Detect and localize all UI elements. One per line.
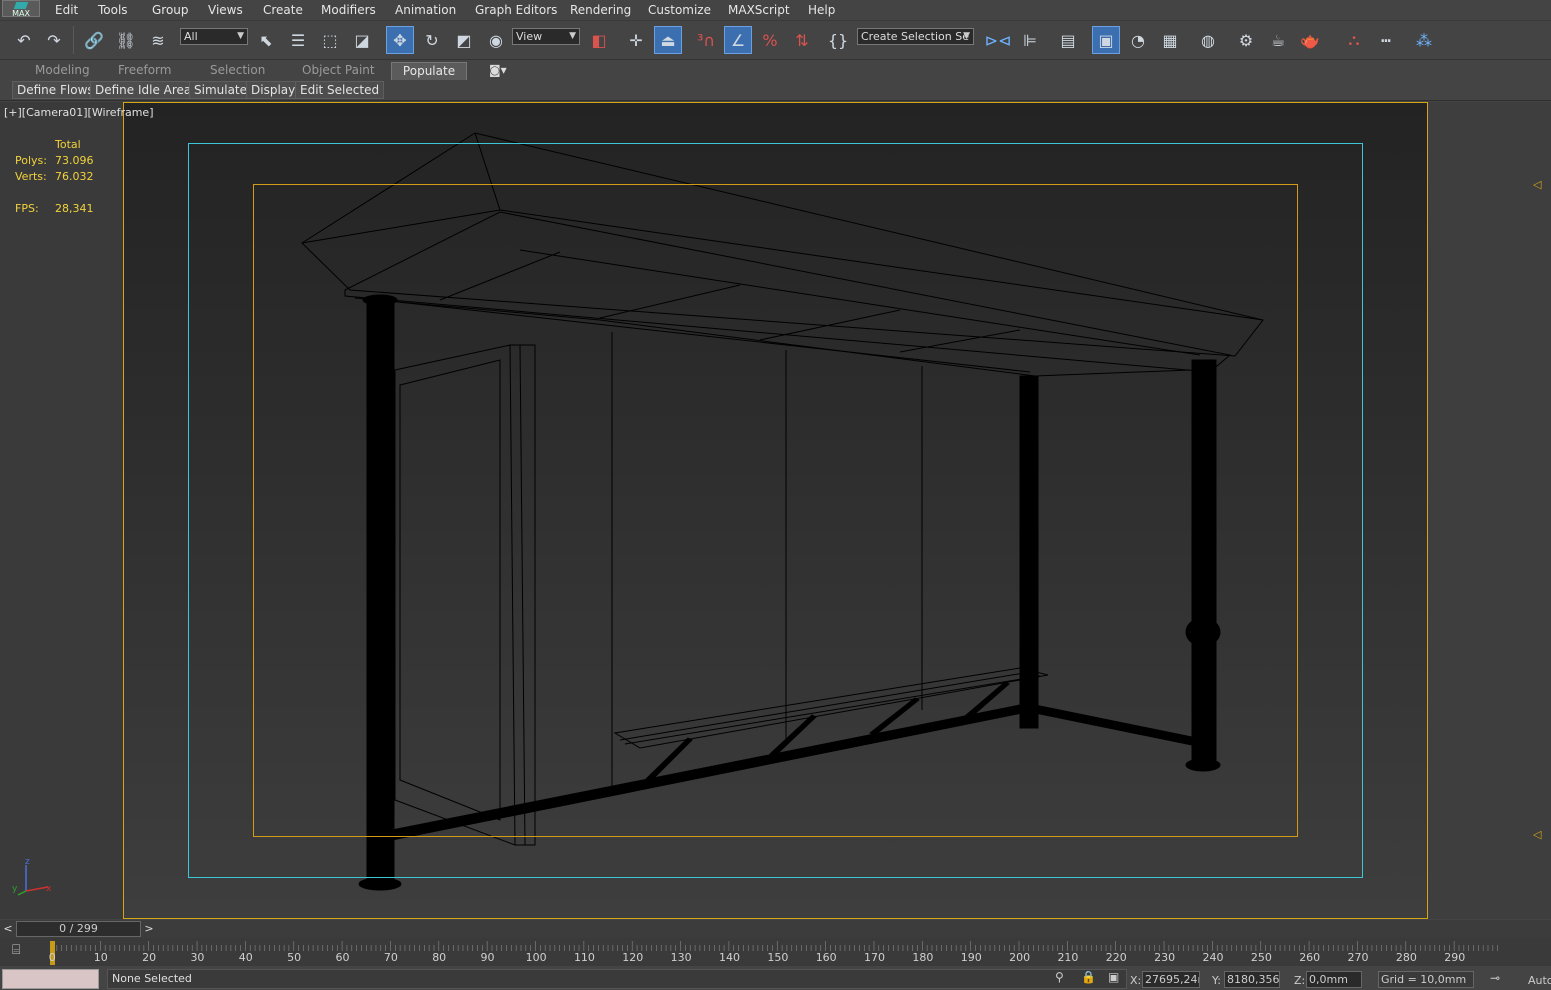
frame-tick-label: 60 <box>335 951 350 964</box>
frame-tick-label: 180 <box>912 951 934 964</box>
lock-icon[interactable]: 🔒 <box>1081 970 1096 984</box>
frame-ruler <box>52 941 1498 951</box>
frame-tick-label: 160 <box>815 951 837 964</box>
track-bar[interactable]: ⌸ 0 10 20 30 40 50 60 70 80 90 100 110 120 130 140 150 1… <box>0 938 1551 966</box>
frame-tick-label: 20 <box>142 951 157 964</box>
frame-tick-label: 90 <box>480 951 495 964</box>
stats-verts-label: Verts: <box>15 170 47 183</box>
status-bar: None Selected ⚲ 🔒 ▣ X: 27695,24m Y: 8180… <box>0 966 1551 990</box>
frame-tick-label: 260 <box>1299 951 1321 964</box>
time-slider[interactable]: 0 / 299 <box>16 921 141 937</box>
z-label: Z: <box>1294 974 1306 987</box>
z-coordinate-field[interactable]: 0,0mm <box>1306 971 1362 988</box>
frame-tick-label: 50 <box>287 951 302 964</box>
time-prev-button[interactable]: < <box>1 921 15 937</box>
grid-size-display: Grid = 10,0mm <box>1378 971 1474 988</box>
stats-fps-label: FPS: <box>15 202 39 215</box>
stats-verts-value: 76.032 <box>55 170 94 183</box>
selection-status: None Selected <box>107 969 1127 989</box>
stats-total-header: Total <box>55 138 81 151</box>
safe-frame-inner <box>253 184 1298 837</box>
time-slider-bar: < 0 / 299 > <box>0 920 1551 938</box>
app-window: MAX Edit Tools Group Views Create Modifi… <box>0 0 1551 990</box>
frame-tick-label: 70 <box>383 951 398 964</box>
maxscript-listener-mini[interactable] <box>2 969 99 989</box>
frame-marker-icon: ◁ <box>1533 178 1542 191</box>
auto-key-button[interactable]: Auto <box>1528 974 1551 987</box>
frame-tick-label: 230 <box>1154 951 1176 964</box>
axis-z-label: z <box>25 857 30 867</box>
frame-tick-label: 130 <box>670 951 692 964</box>
x-coordinate-field[interactable]: 27695,24m <box>1142 971 1200 988</box>
axis-x-label: x <box>46 884 52 894</box>
frame-tick-label: 190 <box>960 951 982 964</box>
y-coordinate-field[interactable]: 8180,356m <box>1224 971 1280 988</box>
stats-fps-value: 28,341 <box>55 202 94 215</box>
frame-tick-label: 290 <box>1444 951 1466 964</box>
frame-tick-label: 220 <box>1105 951 1127 964</box>
frame-tick-label: 250 <box>1250 951 1272 964</box>
frame-tick-label: 280 <box>1395 951 1417 964</box>
time-next-button[interactable]: > <box>142 921 156 937</box>
frame-tick-label: 150 <box>767 951 789 964</box>
frame-tick-label: 140 <box>719 951 740 964</box>
frame-tick-label: 30 <box>190 951 205 964</box>
frame-tick-label: 200 <box>1009 951 1031 964</box>
frame-counter: 0 / 299 <box>59 922 98 935</box>
y-label: Y: <box>1212 974 1221 987</box>
frame-tick-label: 0 <box>48 951 56 964</box>
frame-tick-label: 210 <box>1057 951 1079 964</box>
frame-tick-label: 10 <box>93 951 108 964</box>
frame-tick-label: 110 <box>573 951 595 964</box>
axis-tripod-icon: z y x <box>12 857 52 896</box>
frame-marker-icon: ◁ <box>1533 828 1542 841</box>
absolute-mode-icon[interactable]: ▣ <box>1108 970 1119 984</box>
track-bar-toggle-icon[interactable]: ⌸ <box>12 942 20 958</box>
frame-tick-label: 120 <box>622 951 644 964</box>
isolate-icon[interactable]: ⚲ <box>1055 970 1064 984</box>
frame-tick-label: 80 <box>432 951 447 964</box>
axis-y-label: y <box>12 884 18 894</box>
x-label: X: <box>1130 974 1142 987</box>
left-post-base <box>358 877 402 891</box>
frame-tick-label: 170 <box>864 951 886 964</box>
viewport-label-menu[interactable]: [+][Camera01][Wireframe] <box>4 106 154 119</box>
add-time-tag-icon[interactable]: ⊸ <box>1490 971 1500 985</box>
frame-tick-label: 240 <box>1202 951 1224 964</box>
frame-tick-label: 40 <box>238 951 253 964</box>
stats-polys-value: 73.096 <box>55 154 94 167</box>
frame-tick-label: 270 <box>1347 951 1369 964</box>
frame-tick-label: 100 <box>525 951 547 964</box>
stats-polys-label: Polys: <box>15 154 47 167</box>
